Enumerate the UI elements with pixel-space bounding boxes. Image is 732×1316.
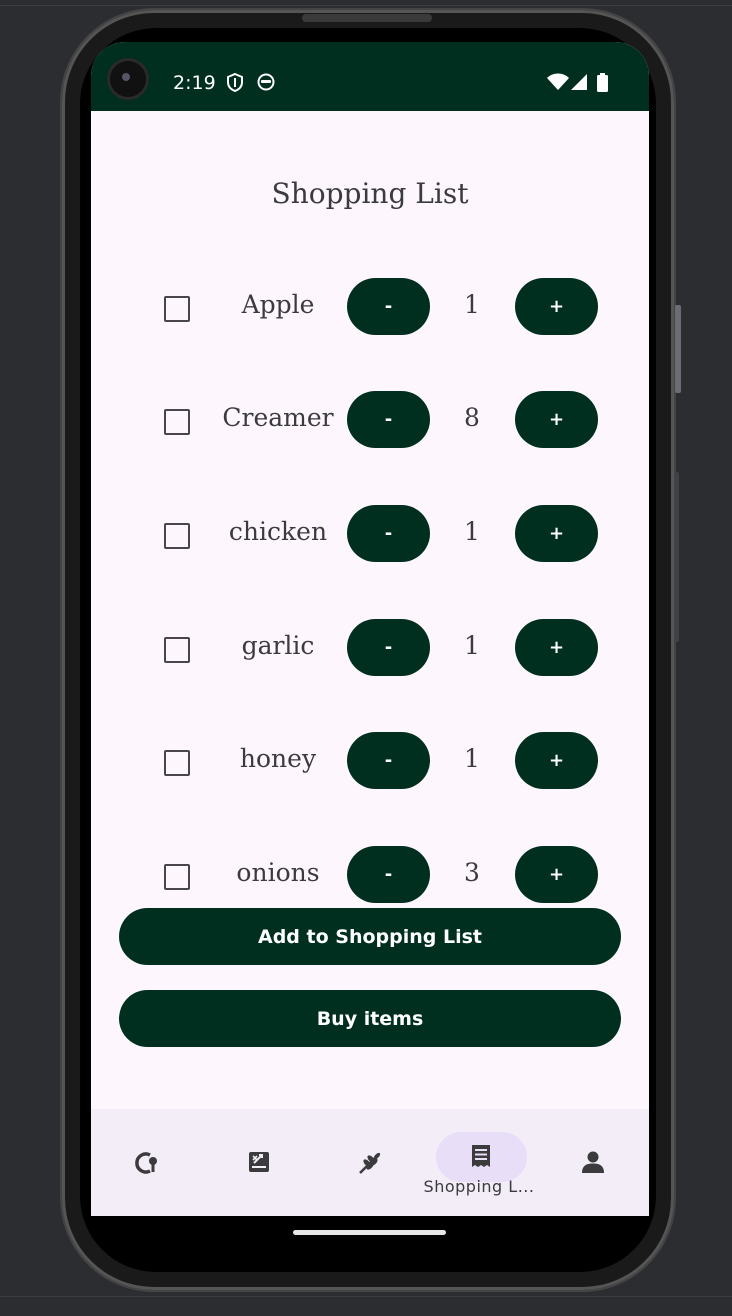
item-checkbox[interactable] [164, 523, 190, 549]
item-name: Creamer [222, 403, 334, 432]
item-name: onions [236, 858, 320, 887]
recipe-search-icon [135, 1151, 159, 1179]
increase-button[interactable]: + [515, 278, 598, 335]
home-gesture-bar[interactable] [293, 1230, 446, 1235]
item-quantity: 1 [464, 631, 480, 660]
item-name: honey [239, 744, 317, 773]
item-checkbox[interactable] [164, 296, 190, 322]
bottom-navigation: Shopping L... [91, 1109, 649, 1216]
item-checkbox[interactable] [164, 409, 190, 435]
increase-button[interactable]: + [515, 391, 598, 448]
decrease-button[interactable]: - [347, 278, 430, 335]
person-icon [581, 1150, 605, 1178]
signal-icon [571, 73, 588, 96]
decrease-button[interactable]: - [347, 505, 430, 562]
list-item: onions - 3 + [91, 846, 649, 906]
increase-button[interactable]: + [515, 505, 598, 562]
item-quantity: 1 [464, 744, 480, 773]
item-name: chicken [228, 517, 328, 546]
item-checkbox[interactable] [164, 637, 190, 663]
power-button[interactable] [675, 305, 681, 393]
nav-item-profile[interactable] [537, 1109, 649, 1216]
decrease-button[interactable]: - [347, 732, 430, 789]
scale-icon [248, 1151, 270, 1177]
decrease-button[interactable]: - [347, 391, 430, 448]
grain-icon [357, 1150, 383, 1180]
item-name: Apple [241, 290, 315, 319]
item-quantity: 1 [464, 517, 480, 546]
status-time: 2:19 [173, 72, 216, 94]
nav-item-scale[interactable] [203, 1109, 315, 1216]
page-title: Shopping List [271, 177, 469, 210]
phone-speaker [302, 14, 432, 22]
item-name: garlic [241, 631, 315, 660]
shield-icon [227, 72, 243, 97]
item-quantity: 8 [464, 403, 480, 432]
front-camera [110, 61, 146, 97]
increase-button[interactable]: + [515, 846, 598, 903]
decrease-button[interactable]: - [347, 846, 430, 903]
receipt-list-icon [471, 1144, 491, 1172]
item-quantity: 3 [464, 858, 480, 887]
add-to-shopping-list-button[interactable]: Add to Shopping List [119, 908, 621, 965]
nav-item-grains[interactable] [315, 1109, 427, 1216]
list-item: Apple - 1 + [91, 278, 649, 338]
item-quantity: 1 [464, 290, 480, 319]
list-item: Creamer - 8 + [91, 391, 649, 451]
item-checkbox[interactable] [164, 750, 190, 776]
list-item: honey - 1 + [91, 732, 649, 792]
increase-button[interactable]: + [515, 619, 598, 676]
face-icon [257, 73, 275, 96]
list-item: chicken - 1 + [91, 505, 649, 565]
window-bottom-divider [0, 1296, 732, 1297]
item-checkbox[interactable] [164, 864, 190, 890]
battery-icon [597, 73, 608, 97]
wifi-icon [547, 73, 569, 96]
nav-label-shopping-list: Shopping L... [423, 1177, 535, 1196]
volume-button[interactable] [675, 472, 679, 642]
app-screen: 2:19 Shopping List Apple - 1 + Creamer -… [91, 42, 649, 1216]
status-bar: 2:19 [91, 42, 649, 111]
buy-items-button[interactable]: Buy items [119, 990, 621, 1047]
nav-item-shopping-list[interactable] [425, 1109, 537, 1216]
decrease-button[interactable]: - [347, 619, 430, 676]
increase-button[interactable]: + [515, 732, 598, 789]
window-top-divider [0, 5, 732, 6]
list-item: garlic - 1 + [91, 619, 649, 679]
nav-item-recipes[interactable] [91, 1109, 203, 1216]
